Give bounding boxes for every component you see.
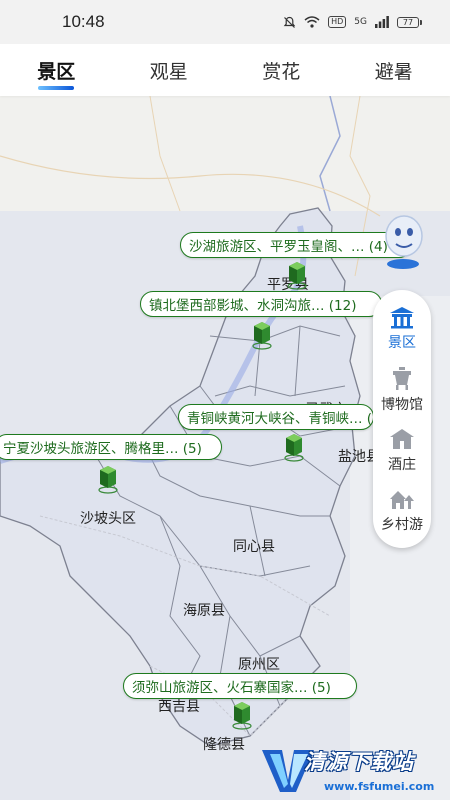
museum-icon [393, 366, 411, 390]
winery-icon [390, 428, 414, 449]
tab-summer-retreat[interactable]: 避暑 [338, 44, 450, 96]
label-longde: 隆德县 [203, 737, 245, 753]
status-bar: 10:48 HD 5G 77 [0, 0, 450, 44]
tab-flowers[interactable]: 赏花 [225, 44, 338, 96]
scenic-cluster-xumishan[interactable]: 须弥山旅游区、火石寨国家… (5) [123, 673, 357, 699]
hd-badge: HD [328, 16, 347, 28]
village-icon [390, 490, 414, 509]
download-site-watermark: 清源下载站 www.fsfumei.com [258, 740, 435, 796]
scenic-marker-icon[interactable] [230, 700, 254, 730]
poi-type-winery[interactable]: 酒庄 [388, 427, 416, 474]
label-yuanzhou: 原州区 [238, 657, 280, 673]
scenic-marker-icon[interactable] [285, 260, 309, 290]
scenic-icon [390, 306, 414, 328]
active-tab-indicator [38, 86, 75, 90]
scenic-marker-icon[interactable] [250, 320, 274, 350]
scenic-cluster-shapotou[interactable]: 宁夏沙坡头旅游区、腾格里… (5) [0, 434, 222, 460]
label-shapotou: 沙坡头区 [80, 511, 136, 527]
label-xiji: 西吉县 [158, 699, 200, 715]
poi-type-village-label: 乡村游 [381, 516, 423, 533]
poi-type-scenic-label: 景区 [388, 334, 416, 351]
wifi-icon [304, 16, 320, 28]
label-haiyuan: 海原县 [183, 603, 225, 619]
scenic-marker-icon[interactable] [282, 432, 306, 462]
tab-flowers-label: 赏花 [262, 60, 301, 83]
signal-icon [375, 16, 389, 28]
watermark-url: www.fsfumei.com [324, 780, 435, 793]
signal-label: 5G [354, 17, 367, 27]
poi-type-museum[interactable]: 博物馆 [381, 365, 423, 414]
status-icons: HD 5G 77 [283, 16, 422, 29]
label-tongxin: 同心县 [233, 539, 275, 555]
status-time: 10:48 [62, 12, 105, 31]
tab-stargazing-label: 观星 [149, 60, 188, 83]
poi-type-museum-label: 博物馆 [381, 396, 423, 413]
battery-level: 77 [397, 16, 419, 28]
scenic-cluster-zhenbeibao[interactable]: 镇北堡西部影城、水洞沟旅… (12) [140, 291, 382, 317]
mute-bell-icon [283, 16, 296, 28]
poi-type-scenic[interactable]: 景区 [388, 305, 416, 352]
scenic-marker-icon[interactable] [96, 464, 120, 494]
mascot-icon[interactable] [380, 210, 426, 272]
tab-scenic-label: 景区 [37, 60, 76, 83]
battery-indicator: 77 [397, 16, 422, 28]
poi-type-panel: 景区 博物馆 酒庄 乡村游 [373, 290, 431, 548]
tab-scenic[interactable]: 景区 [0, 44, 113, 96]
scenic-cluster-shahu[interactable]: 沙湖旅游区、平罗玉皇阁、… (4) [180, 232, 412, 258]
tab-stargazing[interactable]: 观星 [113, 44, 226, 96]
poi-type-winery-label: 酒庄 [388, 456, 416, 473]
scenic-cluster-qingtongxia[interactable]: 青铜峡黄河大峡谷、青铜峡… (5) [178, 404, 374, 430]
watermark-title: 清源下载站 [304, 750, 414, 774]
poi-type-village[interactable]: 乡村游 [381, 487, 423, 534]
category-tabs: 景区 观星 赏花 避暑 [0, 44, 450, 96]
tab-summer-retreat-label: 避暑 [374, 60, 413, 83]
